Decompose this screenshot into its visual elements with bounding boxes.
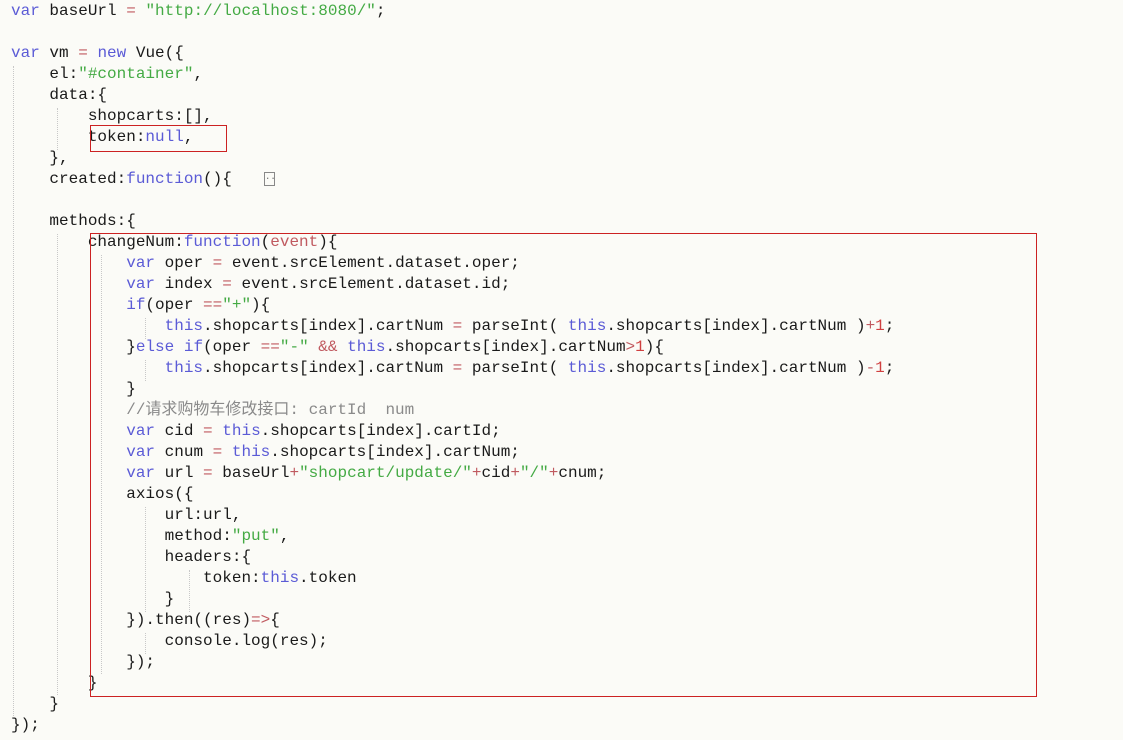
- code-token: el:: [11, 65, 79, 83]
- code-line: created:function(){: [11, 169, 232, 190]
- token-highlight-box: [90, 125, 227, 152]
- code-token: (){: [203, 170, 232, 188]
- code-line: data:{: [11, 85, 107, 106]
- code-token: created:: [11, 170, 127, 188]
- code-token: function: [126, 170, 204, 188]
- code-token: Vue({: [126, 44, 184, 62]
- code-line: methods:{: [11, 211, 136, 232]
- code-token: "http://localhost:8080/": [145, 2, 376, 20]
- code-line: el:"#container",: [11, 64, 203, 85]
- code-token: }: [11, 674, 98, 692]
- code-editor[interactable]: var baseUrl = "http://localhost:8080/"; v…: [0, 0, 1123, 740]
- code-token: methods:{: [11, 212, 136, 230]
- code-token: new: [97, 44, 127, 62]
- code-line: shopcarts:[],: [11, 106, 213, 127]
- code-token: }: [11, 695, 60, 713]
- code-token: ;: [375, 2, 386, 20]
- code-token: "#container": [78, 65, 194, 83]
- code-token: baseUrl: [39, 2, 127, 20]
- code-token: vm: [39, 44, 79, 62]
- code-token: var: [11, 2, 40, 20]
- code-line: var baseUrl = "http://localhost:8080/";: [11, 1, 386, 22]
- fold-marker-icon[interactable]: ...: [264, 172, 275, 186]
- changenum-highlight-box: [90, 233, 1037, 697]
- code-token: =: [126, 2, 136, 20]
- code-token: data:{: [11, 86, 108, 104]
- code-token: },: [11, 149, 69, 167]
- code-line: }: [11, 694, 59, 715]
- code-line: });: [11, 715, 40, 736]
- code-line: },: [11, 148, 69, 169]
- code-line: var vm = new Vue({: [11, 43, 184, 64]
- code-token: ,: [193, 65, 204, 83]
- code-token: });: [11, 716, 40, 734]
- code-token: shopcarts:[],: [11, 107, 213, 125]
- code-token: =: [78, 44, 88, 62]
- code-token: var: [11, 44, 40, 62]
- code-line: }: [11, 673, 98, 694]
